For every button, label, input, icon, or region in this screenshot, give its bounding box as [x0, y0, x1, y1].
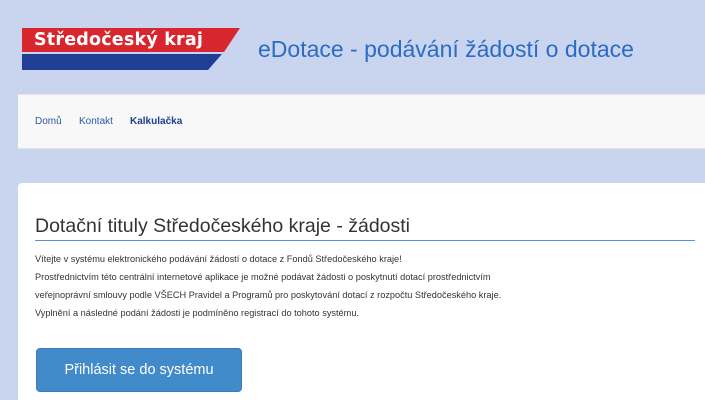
nav-calculator-link[interactable]: Kalkulačka	[130, 116, 182, 127]
main-content-panel: Dotační tituly Středočeského kraje - žád…	[18, 183, 705, 400]
page-header: Středočeský kraj eDotace - podávání žádo…	[0, 0, 705, 94]
title-divider	[35, 240, 695, 241]
app-title: eDotace - podávání žádostí o dotace	[258, 36, 634, 62]
nav-contact-link[interactable]: Kontakt	[79, 116, 113, 127]
nav-home-link[interactable]: Domů	[35, 116, 62, 127]
intro-text-line-1: Prostřednictvím této centrální interneto…	[35, 272, 491, 282]
logo-text: Středočeský kraj	[34, 30, 204, 50]
login-button[interactable]: Přihlásit se do systému	[36, 348, 242, 392]
welcome-text: Vítejte v systému elektronického podáván…	[35, 254, 402, 264]
page-title: Dotační tituly Středočeského kraje - žád…	[35, 215, 411, 237]
registration-note: Vyplnění a následné podání žádosti je po…	[35, 308, 359, 318]
top-navbar: Domů Kontakt Kalkulačka	[18, 94, 705, 149]
intro-text-line-2: veřejnoprávní smlouvy podle VŠECH Pravid…	[35, 290, 502, 300]
stredocesky-kraj-logo[interactable]: Středočeský kraj	[22, 28, 244, 70]
